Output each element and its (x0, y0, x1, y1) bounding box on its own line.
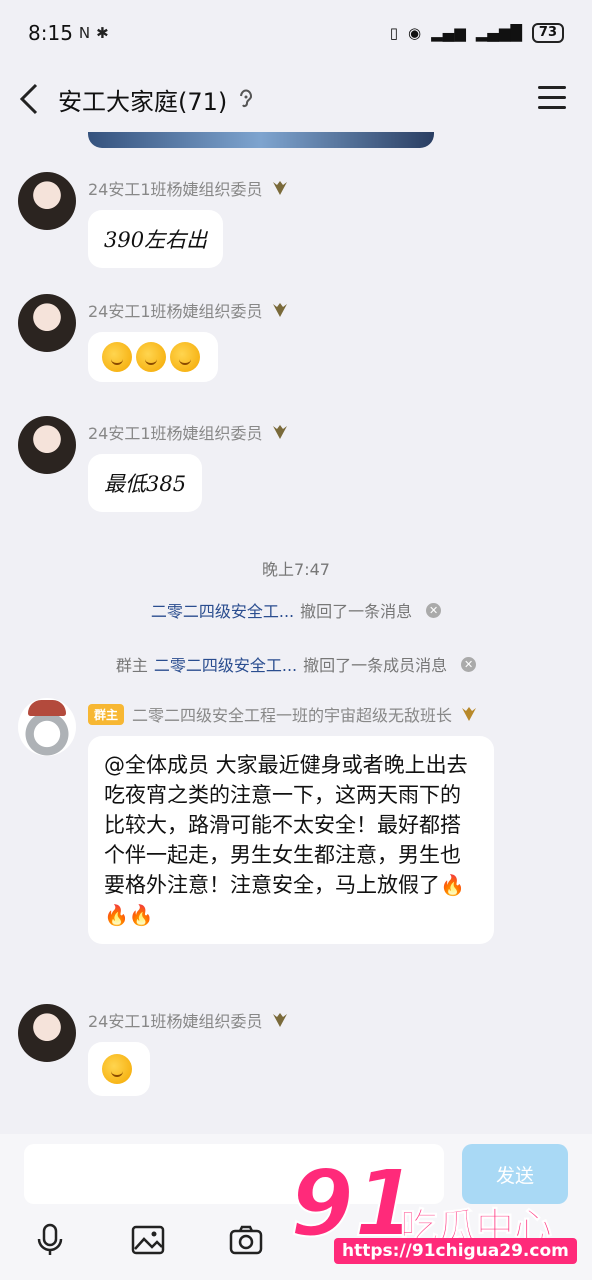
bluetooth-icon: ✱ (96, 24, 109, 42)
sender-name-text: 24安工1班杨婕组织委员 (88, 180, 263, 199)
message-bubble[interactable]: @全体成员 大家最近健身或者晚上出去吃夜宵之类的注意一下，这两天雨下的比较大，路… (88, 736, 494, 944)
message-bubble[interactable]: 390左右出 (88, 210, 224, 268)
sticker-bubble[interactable] (88, 332, 218, 382)
recall-notice: 群主 二零二四级安全工... 撤回了一条成员消息 ✕ (0, 652, 592, 676)
avatar[interactable] (18, 172, 76, 230)
badge-icon (272, 181, 287, 195)
timestamp: 晚上7:47 (0, 556, 592, 580)
message-item: 24安工1班杨婕组织委员 最低385 (18, 416, 578, 516)
message-item: 24安工1班杨婕组织委员 390左右出 (18, 172, 578, 272)
message-item: 24安工1班杨婕组织委员 (18, 294, 578, 394)
nfc-icon: N (78, 24, 91, 42)
status-bar: 8:15 N ✱ ▯ ◉ ▂▄▆ ▂▄▆█ 73 (0, 0, 592, 66)
owner-tag: 群主 (88, 703, 125, 725)
message-item: 24安工1班杨婕组织委员 (18, 1004, 578, 1104)
recall-user-name[interactable]: 二零二四级安全工... (154, 652, 297, 676)
back-icon[interactable] (18, 83, 46, 115)
sender-name[interactable]: 24安工1班杨婕组织委员 (88, 176, 289, 200)
sender-name[interactable]: 24安工1班杨婕组织委员 (88, 298, 289, 322)
thinking-emoji-icon (170, 342, 200, 372)
signal-icon: ▂▄▆ (431, 24, 466, 42)
badge-icon (272, 425, 287, 439)
input-area: 发送 (0, 1134, 592, 1280)
status-right: ▯ ◉ ▂▄▆ ▂▄▆█ 73 (390, 23, 564, 43)
yummy-emoji-icon (102, 1054, 132, 1084)
badge-icon (272, 303, 287, 317)
recall-prefix: 群主 (115, 656, 148, 675)
recall-text: 撤回了一条成员消息 (303, 656, 448, 675)
sender-name-text: 24安工1班杨婕组织委员 (88, 424, 263, 443)
sender-name-text: 24安工1班杨婕组织委员 (88, 302, 263, 321)
badge-icon (272, 1013, 287, 1027)
message-text: @全体成员 大家最近健身或者晚上出去吃夜宵之类的注意一下，这两天雨下的比较大，路… (104, 753, 468, 897)
avatar[interactable] (18, 294, 76, 352)
sender-name[interactable]: 24安工1班杨婕组织委员 (88, 1008, 289, 1032)
badge-icon (462, 707, 477, 721)
status-time-group: 8:15 N ✱ (28, 21, 109, 45)
sender-name[interactable]: 群主 二零二四级安全工程一班的宇宙超级无敌班长 (88, 702, 478, 726)
menu-icon[interactable] (538, 86, 566, 110)
recall-notice: 二零二四级安全工... 撤回了一条消息 ✕ (0, 598, 592, 622)
sender-name-text: 24安工1班杨婕组织委员 (88, 1012, 263, 1031)
message-input[interactable] (24, 1144, 444, 1204)
avatar[interactable] (18, 1004, 76, 1062)
thinking-emoji-icon (102, 342, 132, 372)
vibrate-icon: ▯ (389, 24, 399, 42)
sender-name-text: 二零二四级安全工程一班的宇宙超级无敌班长 (132, 706, 453, 725)
close-icon[interactable]: ✕ (426, 602, 442, 618)
signal2-icon: ▂▄▆█ (475, 24, 522, 42)
chat-title[interactable]: 安工大家庭(71) (58, 82, 227, 117)
status-time: 8:15 (28, 21, 73, 45)
avatar[interactable] (18, 416, 76, 474)
message-bubble[interactable]: 最低385 (88, 454, 203, 512)
chat-list[interactable]: 24安工1班杨婕组织委员 390左右出 24安工1班杨婕组织委员 24安工1班杨… (0, 132, 592, 1134)
ear-icon[interactable] (237, 88, 255, 110)
close-icon[interactable]: ✕ (461, 656, 477, 672)
message-item: 群主 二零二四级安全工程一班的宇宙超级无敌班长 @全体成员 大家最近健身或者晚上… (18, 698, 578, 998)
avatar[interactable] (18, 698, 76, 756)
thinking-emoji-icon (136, 342, 166, 372)
sticker-bubble[interactable] (88, 1042, 150, 1096)
battery-level: 73 (531, 23, 564, 43)
recall-user-name[interactable]: 二零二四级安全工... (151, 598, 294, 622)
recall-text: 撤回了一条消息 (300, 602, 413, 621)
camera-icon[interactable] (228, 1222, 264, 1258)
sender-name[interactable]: 24安工1班杨婕组织委员 (88, 420, 289, 444)
image-icon[interactable] (130, 1222, 166, 1258)
chat-header: 安工大家庭(71) (0, 66, 592, 132)
timestamp-text: 晚上7:47 (262, 560, 330, 579)
send-button[interactable]: 发送 (462, 1144, 568, 1204)
mic-icon[interactable] (32, 1222, 68, 1258)
hotspot-icon: ◉ (408, 24, 422, 42)
